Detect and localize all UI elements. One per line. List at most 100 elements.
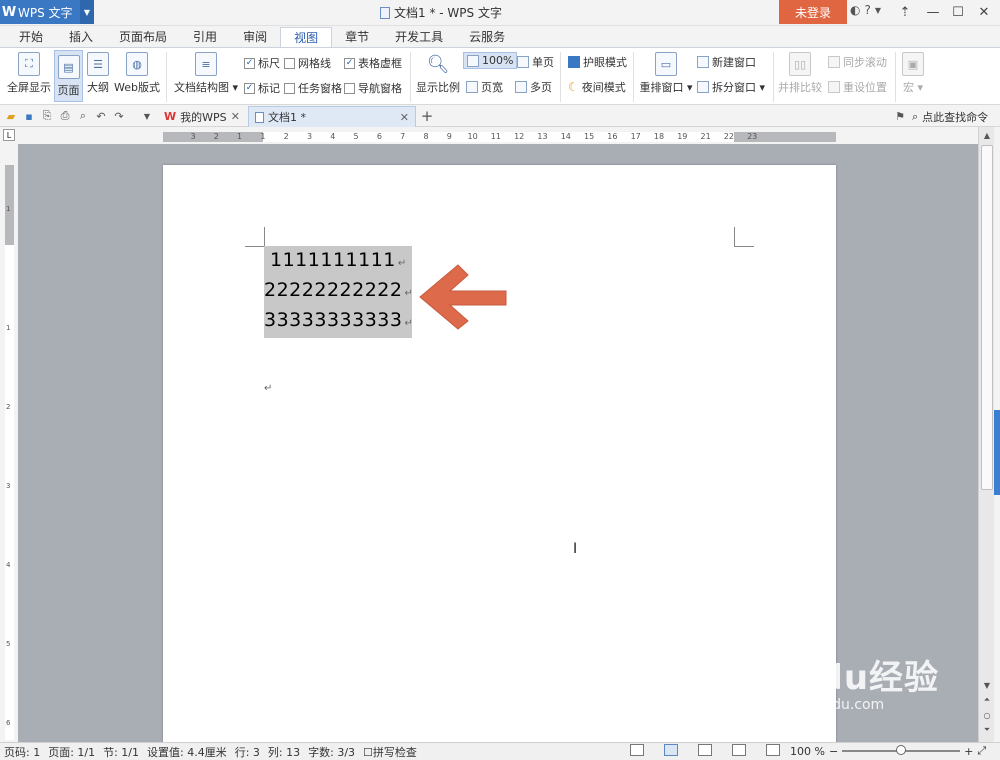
scroll-down-icon[interactable]: ▼: [981, 679, 993, 691]
ribbon-separator: [633, 52, 634, 102]
login-button[interactable]: 未登录: [779, 0, 847, 24]
save-as-icon[interactable]: ⎘: [40, 109, 54, 123]
tab-view[interactable]: 视图: [280, 27, 333, 47]
status-row[interactable]: 行: 3: [231, 744, 264, 760]
next-page-icon[interactable]: ⏷: [981, 724, 993, 736]
skin-icon[interactable]: ◐: [850, 3, 860, 17]
marks-checkbox[interactable]: ✓ 标记: [244, 80, 280, 96]
scrollbar-thumb[interactable]: [981, 145, 993, 490]
maximize-button[interactable]: ☐: [945, 2, 971, 22]
outline-view-icon[interactable]: [698, 744, 712, 756]
night-mode-button[interactable]: ☾ 夜间模式: [568, 79, 626, 95]
zoom-slider[interactable]: [842, 745, 961, 755]
print-preview-icon[interactable]: ⌕: [76, 109, 90, 123]
table-gridlines-checkbox[interactable]: ✓ 表格虚框: [344, 55, 402, 71]
minimize-button[interactable]: —: [920, 2, 946, 22]
open-folder-icon[interactable]: ▰: [4, 109, 18, 123]
tab-cloud[interactable]: 云服务: [456, 27, 518, 47]
vertical-scrollbar[interactable]: ▲ ▼ ⏶ ○ ⏷: [978, 127, 994, 742]
new-window-button[interactable]: 新建窗口: [697, 54, 756, 70]
tab-developer[interactable]: 开发工具: [382, 27, 456, 47]
macro-button[interactable]: ▣ 宏 ▾: [900, 48, 926, 104]
save-icon[interactable]: ▪: [22, 109, 36, 123]
sync-scroll-button[interactable]: 同步滚动: [828, 54, 887, 70]
tab-review[interactable]: 审阅: [230, 27, 280, 47]
print-icon[interactable]: ⎙: [58, 109, 72, 123]
pin-icon[interactable]: ⚑: [893, 109, 907, 123]
fullscreen-button[interactable]: ⛶ 全屏显示: [6, 48, 52, 104]
help-icon[interactable]: ?: [864, 3, 870, 17]
tab-insert[interactable]: 插入: [56, 27, 106, 47]
doc-tab-doc1[interactable]: 文档1 * ✕: [248, 106, 416, 127]
wps-app-button[interactable]: W WPS 文字 ▼: [0, 0, 94, 24]
close-tab-icon[interactable]: ✕: [231, 110, 240, 123]
status-pages[interactable]: 页面: 1/1: [44, 744, 99, 760]
status-section[interactable]: 节: 1/1: [99, 744, 143, 760]
status-col[interactable]: 列: 13: [264, 744, 304, 760]
gridlines-checkbox[interactable]: 网格线: [284, 55, 331, 71]
vertical-ruler[interactable]: 1 1 2 3 4 5 6: [5, 165, 14, 740]
horizontal-ruler[interactable]: 3 2 1 1 2 3 4 5 6 7 8 9 10 11 12 13 14 15 16 17 18 19 21 22 23: [163, 132, 836, 142]
status-word-count[interactable]: 字数: 3/3: [304, 744, 359, 760]
zoom-button[interactable]: 🔍︎ 显示比例: [416, 48, 460, 104]
side-by-side-button[interactable]: ▯▯ 并排比较: [778, 48, 822, 104]
redo-icon[interactable]: ↷: [112, 109, 126, 123]
one-page-button[interactable]: 单页: [517, 54, 554, 70]
scroll-up-icon[interactable]: ▲: [981, 129, 993, 141]
task-pane-checkbox[interactable]: 任务窗格: [284, 80, 342, 96]
text-line-3[interactable]: 33333333333 ↵: [264, 309, 413, 331]
ruler-checkbox[interactable]: ✓ 标尺: [244, 55, 280, 71]
status-bar: 页码: 1 页面: 1/1 节: 1/1 设置值: 4.4厘米 行: 3 列: …: [0, 742, 1000, 760]
page-view-status-icon[interactable]: [664, 744, 678, 756]
prev-page-icon[interactable]: ⏶: [981, 694, 993, 706]
tab-references[interactable]: 引用: [180, 27, 230, 47]
unchecked-icon: [284, 82, 295, 94]
status-setting[interactable]: 设置值: 4.4厘米: [143, 744, 231, 760]
nav-pane-checkbox[interactable]: 导航窗格: [344, 80, 402, 96]
web-layout-icon: ◍: [126, 52, 148, 76]
doc-map-label: 文档结构图 ▾: [173, 81, 239, 94]
close-tab-icon[interactable]: ✕: [400, 111, 409, 124]
doc-map-button[interactable]: ≡ 文档结构图 ▾: [174, 48, 238, 104]
spell-check-toggle[interactable]: ☐拼写检查: [359, 744, 421, 760]
eye-protect-button[interactable]: 护眼模式: [568, 54, 627, 70]
arrange-window-button[interactable]: ▭ 重排窗口 ▾: [639, 48, 693, 104]
app-menu-caret-icon[interactable]: ▼: [80, 0, 94, 24]
document-page[interactable]: 1111111111 ↵ 22222222222 ↵ 33333333333 ↵ ↵ …: [163, 165, 836, 742]
tab-page-layout[interactable]: 页面布局: [106, 27, 180, 47]
select-browse-object-icon[interactable]: ○: [981, 709, 993, 721]
multi-page-button[interactable]: 多页: [515, 79, 552, 95]
web-layout-button[interactable]: ◍ Web版式: [113, 48, 161, 104]
zoom-in-icon[interactable]: +: [964, 745, 973, 758]
fullscreen-view-icon[interactable]: [630, 744, 644, 756]
outline-button[interactable]: ☰ 大纲: [84, 48, 112, 104]
text-line-1[interactable]: 1111111111 ↵: [270, 249, 407, 271]
zoom-out-icon[interactable]: −: [829, 745, 838, 758]
page-view-button[interactable]: ▤ 页面: [54, 50, 83, 102]
zoom-slider-knob[interactable]: [896, 745, 907, 755]
undo-icon[interactable]: ↶: [94, 109, 108, 123]
restore-up-icon[interactable]: ⇡: [892, 2, 918, 22]
web-view-icon[interactable]: [732, 744, 746, 756]
zoom-percent[interactable]: 100 %: [790, 745, 825, 758]
text-line-2[interactable]: 22222222222 ↵: [264, 279, 413, 301]
dropdown-caret-icon[interactable]: ▼: [875, 6, 881, 15]
split-window-button[interactable]: 拆分窗口 ▾: [697, 79, 765, 95]
reading-view-icon[interactable]: [766, 744, 780, 756]
new-tab-plus-icon[interactable]: +: [420, 107, 434, 125]
tab-chapter[interactable]: 章节: [332, 27, 382, 47]
reset-position-label: 重设位置: [843, 81, 887, 94]
reset-position-button[interactable]: 重设位置: [828, 79, 887, 95]
zoom-100-button[interactable]: 100%: [463, 52, 518, 69]
status-page-code[interactable]: 页码: 1: [0, 744, 44, 760]
ruler-number: 10: [467, 132, 478, 141]
customize-caret-icon[interactable]: ▼: [140, 109, 154, 123]
doc-tab-my-wps[interactable]: W 我的WPS ✕: [158, 106, 246, 127]
tab-home[interactable]: 开始: [6, 27, 56, 47]
close-button[interactable]: ✕: [971, 2, 997, 22]
find-command[interactable]: ⌕ 点此查找命令: [912, 109, 988, 125]
tab-stop-selector-icon[interactable]: L: [3, 129, 15, 141]
side-panel-toggle[interactable]: [994, 410, 1000, 495]
page-width-button[interactable]: 页宽: [466, 79, 503, 95]
fit-page-icon[interactable]: ⤢: [977, 744, 986, 758]
